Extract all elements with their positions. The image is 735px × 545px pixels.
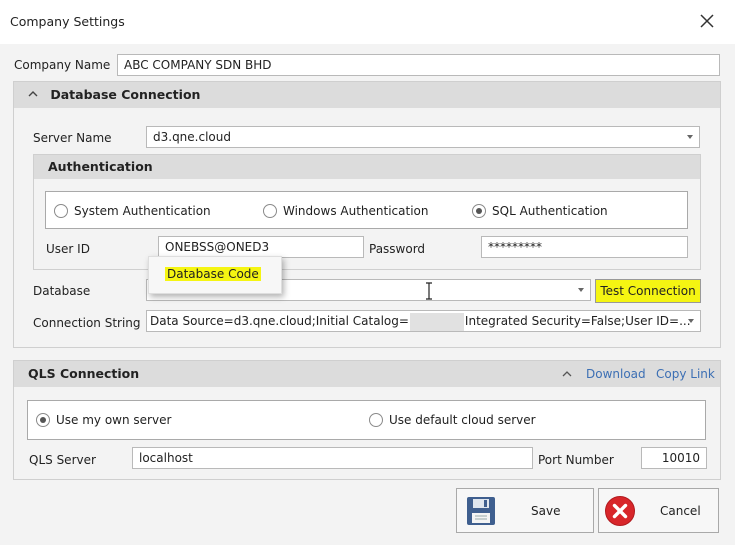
radio-circle bbox=[263, 204, 277, 218]
user-id-field[interactable]: ONEBSS@ONED3 bbox=[158, 236, 364, 258]
radio-own-server[interactable]: Use my own server bbox=[36, 413, 171, 427]
database-label: Database bbox=[33, 284, 91, 298]
text-cursor-icon bbox=[424, 282, 434, 300]
radio-system-auth[interactable]: System Authentication bbox=[54, 204, 211, 218]
password-field[interactable]: ********* bbox=[481, 236, 688, 258]
dropdown-arrow-icon[interactable] bbox=[687, 135, 693, 139]
cancel-icon bbox=[604, 495, 636, 530]
test-connection-label: Test Connection bbox=[600, 284, 696, 298]
server-name-dropdown[interactable]: d3.qne.cloud bbox=[146, 126, 700, 148]
radio-sql-auth[interactable]: SQL Authentication bbox=[472, 204, 608, 218]
window-title: Company Settings bbox=[10, 14, 125, 29]
authentication-header: Authentication bbox=[34, 155, 700, 179]
radio-default-cloud[interactable]: Use default cloud server bbox=[369, 413, 536, 427]
download-link[interactable]: Download bbox=[586, 367, 646, 381]
company-name-label: Company Name bbox=[14, 58, 111, 72]
server-name-label: Server Name bbox=[33, 131, 112, 145]
radio-label: Use my own server bbox=[56, 413, 172, 427]
database-code-tooltip: Database Code bbox=[148, 256, 282, 294]
cancel-label: Cancel bbox=[660, 504, 701, 518]
radio-label: Windows Authentication bbox=[283, 204, 429, 218]
radio-circle-selected bbox=[36, 413, 50, 427]
close-icon[interactable] bbox=[696, 10, 718, 32]
port-number-field[interactable]: 10010 bbox=[641, 447, 707, 469]
copy-link[interactable]: Copy Link bbox=[656, 367, 715, 381]
radio-circle-selected bbox=[472, 204, 486, 218]
database-connection-header[interactable]: Database Connection bbox=[14, 82, 720, 108]
dropdown-arrow-icon[interactable] bbox=[688, 319, 694, 323]
connection-string-end: Integrated Security=False;User ID=... bbox=[464, 314, 691, 328]
qls-connection-title: QLS Connection bbox=[28, 366, 140, 381]
radio-label: Use default cloud server bbox=[389, 413, 536, 427]
dropdown-arrow-icon[interactable] bbox=[578, 288, 584, 292]
radio-label: System Authentication bbox=[74, 204, 211, 218]
redacted-catalog bbox=[409, 312, 464, 331]
save-button[interactable]: Save bbox=[456, 488, 594, 533]
radio-circle bbox=[369, 413, 383, 427]
radio-circle bbox=[54, 204, 68, 218]
port-number-label: Port Number bbox=[538, 453, 614, 467]
connection-string-label: Connection String bbox=[33, 316, 141, 330]
qls-server-label: QLS Server bbox=[29, 453, 96, 467]
collapse-chevron-icon[interactable] bbox=[561, 368, 573, 380]
save-label: Save bbox=[531, 504, 561, 518]
connection-string-start: Data Source=d3.qne.cloud;Initial Catalog… bbox=[150, 314, 409, 328]
company-name-field[interactable]: ABC COMPANY SDN BHD bbox=[117, 54, 720, 76]
password-label: Password bbox=[369, 242, 426, 256]
connection-string-dropdown[interactable]: Data Source=d3.qne.cloud;Initial Catalog… bbox=[146, 310, 701, 332]
cancel-button[interactable]: Cancel bbox=[598, 488, 719, 533]
user-id-label: User ID bbox=[46, 242, 90, 256]
database-connection-title: Database Connection bbox=[50, 87, 201, 102]
radio-windows-auth[interactable]: Windows Authentication bbox=[263, 204, 428, 218]
server-name-value: d3.qne.cloud bbox=[153, 130, 231, 144]
qls-server-field[interactable]: localhost bbox=[132, 447, 533, 469]
collapse-chevron-icon[interactable] bbox=[28, 82, 42, 108]
save-icon bbox=[466, 496, 496, 529]
tooltip-text: Database Code bbox=[165, 267, 261, 281]
test-connection-button[interactable]: Test Connection bbox=[595, 279, 701, 303]
radio-label: SQL Authentication bbox=[492, 204, 608, 218]
